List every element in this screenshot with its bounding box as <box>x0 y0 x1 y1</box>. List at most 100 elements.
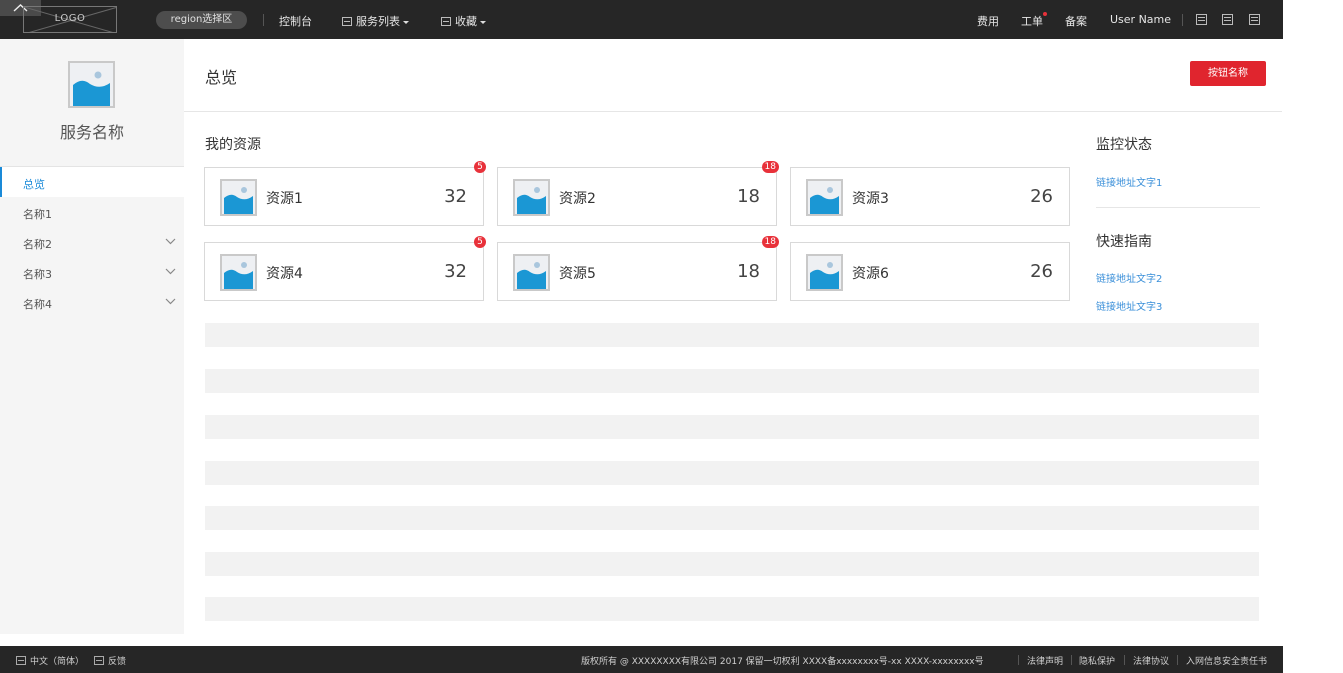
alert-badge: 18 <box>761 161 779 173</box>
sidebar-item-label: 名称2 <box>23 238 52 251</box>
footer-link-privacy[interactable]: 隐私保护 <box>1079 654 1115 667</box>
resource-count: 32 <box>444 186 467 207</box>
image-placeholder-icon <box>224 187 253 214</box>
divider <box>1018 655 1019 665</box>
service-image <box>68 61 115 108</box>
divider <box>1177 655 1178 665</box>
footer: 中文（简体） 反馈 版权所有 @ XXXXXXXX有限公司 2017 保留一切权… <box>0 646 1283 673</box>
resource-image <box>513 254 550 291</box>
resource-image <box>220 254 257 291</box>
ticket-label: 工单 <box>1021 15 1043 28</box>
sidebar-item-name1[interactable]: 名称1 <box>0 197 184 227</box>
favorites-menu[interactable]: 收藏 <box>441 13 486 29</box>
resource-card[interactable]: 资源1 32 5 <box>204 161 486 226</box>
monitor-link[interactable]: 链接地址文字1 <box>1096 174 1162 189</box>
alert-badge: 18 <box>761 236 779 248</box>
resource-image <box>806 179 843 216</box>
divider <box>1096 207 1260 208</box>
ticket-link[interactable]: 工单 <box>1021 12 1047 29</box>
resource-card[interactable]: 资源5 18 18 <box>497 236 779 301</box>
image-placeholder-icon <box>810 262 839 289</box>
content-placeholder-row <box>205 369 1259 393</box>
sidebar-item-label: 名称4 <box>23 298 52 311</box>
list-icon <box>342 17 352 26</box>
resource-image <box>806 254 843 291</box>
sidebar-item-label: 总览 <box>23 178 45 191</box>
guide-link[interactable]: 链接地址文字3 <box>1096 298 1162 313</box>
language-label: 中文（简体） <box>30 657 85 667</box>
copyright-text: 版权所有 @ XXXXXXXX有限公司 2017 保留一切权利 XXXX备xxx… <box>581 657 984 667</box>
chevron-down-icon <box>165 238 176 245</box>
alert-badge: 5 <box>474 236 486 248</box>
resource-name: 资源2 <box>559 191 596 207</box>
footer-link-agreement[interactable]: 法律协议 <box>1133 654 1169 667</box>
caret-down-icon <box>403 21 409 24</box>
monitor-title: 监控状态 <box>1096 137 1152 153</box>
billing-link[interactable]: 费用 <box>977 13 999 29</box>
resource-name: 资源5 <box>559 266 596 282</box>
notification-dot <box>1043 12 1047 16</box>
star-icon <box>441 17 451 26</box>
logo-text: LOGO <box>54 13 86 24</box>
globe-icon <box>16 656 26 665</box>
language-selector[interactable]: 中文（简体） <box>16 654 84 667</box>
message-icon[interactable] <box>1196 14 1207 25</box>
favorites-label: 收藏 <box>455 15 477 28</box>
resource-count: 26 <box>1030 186 1053 207</box>
resource-count: 32 <box>444 261 467 282</box>
resource-name: 资源1 <box>266 191 303 207</box>
sidebar-item-label: 名称1 <box>23 208 52 221</box>
resource-name: 资源3 <box>852 191 889 207</box>
content-placeholder-row <box>205 323 1259 347</box>
logo[interactable]: LOGO <box>23 6 117 33</box>
settings-icon[interactable] <box>1249 14 1260 25</box>
resource-count: 18 <box>737 186 760 207</box>
image-placeholder-icon <box>224 262 253 289</box>
help-icon[interactable] <box>1222 14 1233 25</box>
feedback-label: 反馈 <box>108 657 127 667</box>
content-placeholder-row <box>205 415 1259 439</box>
services-menu[interactable]: 服务列表 <box>342 13 409 29</box>
divider <box>1124 655 1125 665</box>
guide-title: 快速指南 <box>1096 234 1152 250</box>
filing-link[interactable]: 备案 <box>1065 13 1087 29</box>
alert-badge: 5 <box>474 161 486 173</box>
chevron-down-icon <box>165 268 176 275</box>
resource-image <box>513 179 550 216</box>
resources-title: 我的资源 <box>205 137 261 153</box>
resource-name: 资源6 <box>852 266 889 282</box>
divider <box>1182 14 1183 26</box>
resource-card[interactable]: 资源3 26 <box>790 167 1070 226</box>
sidebar-item-overview[interactable]: 总览 <box>0 167 184 197</box>
chevron-down-icon <box>165 298 176 305</box>
divider <box>184 111 1282 112</box>
resource-card[interactable]: 资源4 32 5 <box>204 236 486 301</box>
feedback-link[interactable]: 反馈 <box>94 654 126 667</box>
console-link[interactable]: 控制台 <box>279 13 312 29</box>
page-title: 总览 <box>205 68 238 87</box>
image-placeholder-icon <box>517 187 546 214</box>
sidebar: 服务名称 总览 名称1 名称2 名称3 名称4 <box>0 39 184 634</box>
resource-count: 18 <box>737 261 760 282</box>
footer-link-security[interactable]: 入网信息安全责任书 <box>1186 654 1267 667</box>
footer-link-legal[interactable]: 法律声明 <box>1027 654 1063 667</box>
sidebar-item-name4[interactable]: 名称4 <box>0 287 184 317</box>
resource-card[interactable]: 资源6 26 <box>790 242 1070 301</box>
services-label: 服务列表 <box>356 15 400 28</box>
divider <box>1071 655 1072 665</box>
resource-card[interactable]: 资源2 18 18 <box>497 161 779 226</box>
sidebar-item-name3[interactable]: 名称3 <box>0 257 184 287</box>
resource-count: 26 <box>1030 261 1053 282</box>
caret-down-icon <box>480 21 486 24</box>
content-placeholder-row <box>205 461 1259 485</box>
region-selector[interactable]: region选择区 <box>156 11 247 29</box>
primary-action-button[interactable]: 按钮名称 <box>1190 61 1266 86</box>
guide-link[interactable]: 链接地址文字2 <box>1096 270 1162 285</box>
sidebar-item-name2[interactable]: 名称2 <box>0 227 184 257</box>
content-placeholder-row <box>205 506 1259 530</box>
service-name: 服务名称 <box>59 123 124 142</box>
feedback-icon <box>94 656 104 665</box>
user-name[interactable]: User Name <box>1110 13 1171 26</box>
resource-name: 资源4 <box>266 266 303 282</box>
image-placeholder-icon <box>810 187 839 214</box>
